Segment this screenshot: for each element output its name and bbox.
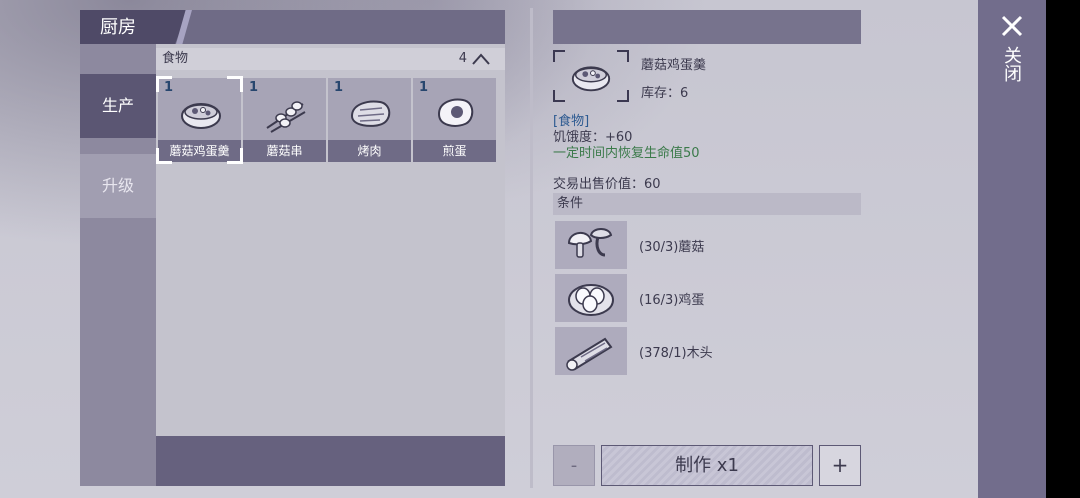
condition-icon-box bbox=[555, 274, 627, 322]
fried-egg-icon bbox=[437, 98, 474, 127]
selection-corner bbox=[156, 148, 172, 164]
condition-row: (16/3)鸡蛋 bbox=[555, 274, 861, 322]
detail-icon-frame bbox=[553, 50, 629, 102]
close-label: 关闭 bbox=[1001, 46, 1022, 82]
mushroom-icon bbox=[567, 228, 613, 258]
selection-corner bbox=[156, 76, 172, 92]
close-button[interactable]: 关闭 bbox=[978, 6, 1046, 100]
frame-corner bbox=[617, 90, 629, 102]
condition-row: (30/3)蘑菇 bbox=[555, 221, 861, 269]
frame-corner bbox=[617, 50, 629, 62]
title-bar: 厨房 bbox=[80, 10, 505, 44]
detail-item-name: 蘑菇鸡蛋羹 bbox=[641, 58, 707, 73]
condition-icon-box bbox=[555, 327, 627, 375]
detail-effect: 一定时间内恢复生命值50 bbox=[553, 146, 700, 161]
item-name: 煎蛋 bbox=[413, 140, 496, 162]
detail-stock: 库存：6 bbox=[641, 86, 689, 101]
detail-panel: 蘑菇鸡蛋羹 库存：6 [食物] 饥饿度：+60 一定时间内恢复生命值50 交易出… bbox=[553, 10, 861, 486]
recipe-item-mushroom-egg-custard[interactable]: 1 蘑菇鸡蛋羹 bbox=[156, 76, 243, 164]
tab-upgrade[interactable]: 升级 bbox=[80, 154, 156, 218]
tab-produce[interactable]: 生产 bbox=[80, 74, 156, 138]
close-column: 关闭 bbox=[978, 0, 1046, 498]
screen-edge bbox=[1046, 0, 1080, 498]
item-qty: 1 bbox=[334, 80, 344, 95]
condition-text: (16/3)鸡蛋 bbox=[639, 293, 705, 308]
panel-divider bbox=[530, 8, 533, 488]
category-count: 4 bbox=[458, 51, 467, 66]
frame-corner bbox=[553, 90, 565, 102]
selection-corner bbox=[227, 148, 243, 164]
kitchen-panel: 厨房 生产 升级 食物 4 1 蘑菇鸡蛋羹 1 蘑菇串 1 烤肉 1 煎蛋 bbox=[80, 10, 505, 486]
frame-corner bbox=[553, 50, 565, 62]
item-qty: 1 bbox=[249, 80, 259, 95]
chevron-up-icon[interactable] bbox=[471, 52, 491, 66]
recipe-item-fried-egg[interactable]: 1 煎蛋 bbox=[413, 78, 496, 162]
item-name: 蘑菇串 bbox=[243, 140, 326, 162]
craft-button[interactable]: 制作 x1 bbox=[601, 445, 813, 486]
recipe-list: 食物 4 1 蘑菇鸡蛋羹 1 蘑菇串 1 烤肉 1 煎蛋 bbox=[156, 44, 505, 486]
increase-quantity-button[interactable]: + bbox=[819, 445, 861, 486]
decrease-quantity-button[interactable]: - bbox=[553, 445, 595, 486]
conditions-header: 条件 bbox=[553, 193, 861, 215]
detail-price: 交易出售价值：60 bbox=[553, 177, 661, 192]
detail-header-bar bbox=[553, 10, 861, 44]
category-name: 食物 bbox=[162, 51, 189, 66]
item-name: 烤肉 bbox=[328, 140, 411, 162]
soup-bowl-icon bbox=[181, 103, 221, 129]
close-icon bbox=[1001, 15, 1023, 37]
eggs-icon bbox=[568, 284, 614, 316]
condition-row: (378/1)木头 bbox=[555, 327, 861, 375]
mushroom-skewer-icon bbox=[266, 101, 306, 133]
recipe-item-roast-meat[interactable]: 1 烤肉 bbox=[328, 78, 411, 162]
side-tabs: 生产 升级 bbox=[80, 44, 156, 486]
roast-meat-icon bbox=[350, 100, 391, 127]
wood-icon bbox=[566, 337, 613, 371]
recipe-item-mushroom-skewer[interactable]: 1 蘑菇串 bbox=[243, 78, 326, 162]
condition-icon-box bbox=[555, 221, 627, 269]
category-header[interactable]: 食物 4 bbox=[156, 48, 505, 70]
item-qty: 1 bbox=[419, 80, 429, 95]
condition-text: (30/3)蘑菇 bbox=[639, 240, 705, 255]
list-bottom-bar bbox=[156, 436, 505, 486]
window-title: 厨房 bbox=[80, 10, 188, 44]
selection-corner bbox=[227, 76, 243, 92]
soup-bowl-icon bbox=[571, 66, 611, 92]
condition-text: (378/1)木头 bbox=[639, 346, 713, 361]
